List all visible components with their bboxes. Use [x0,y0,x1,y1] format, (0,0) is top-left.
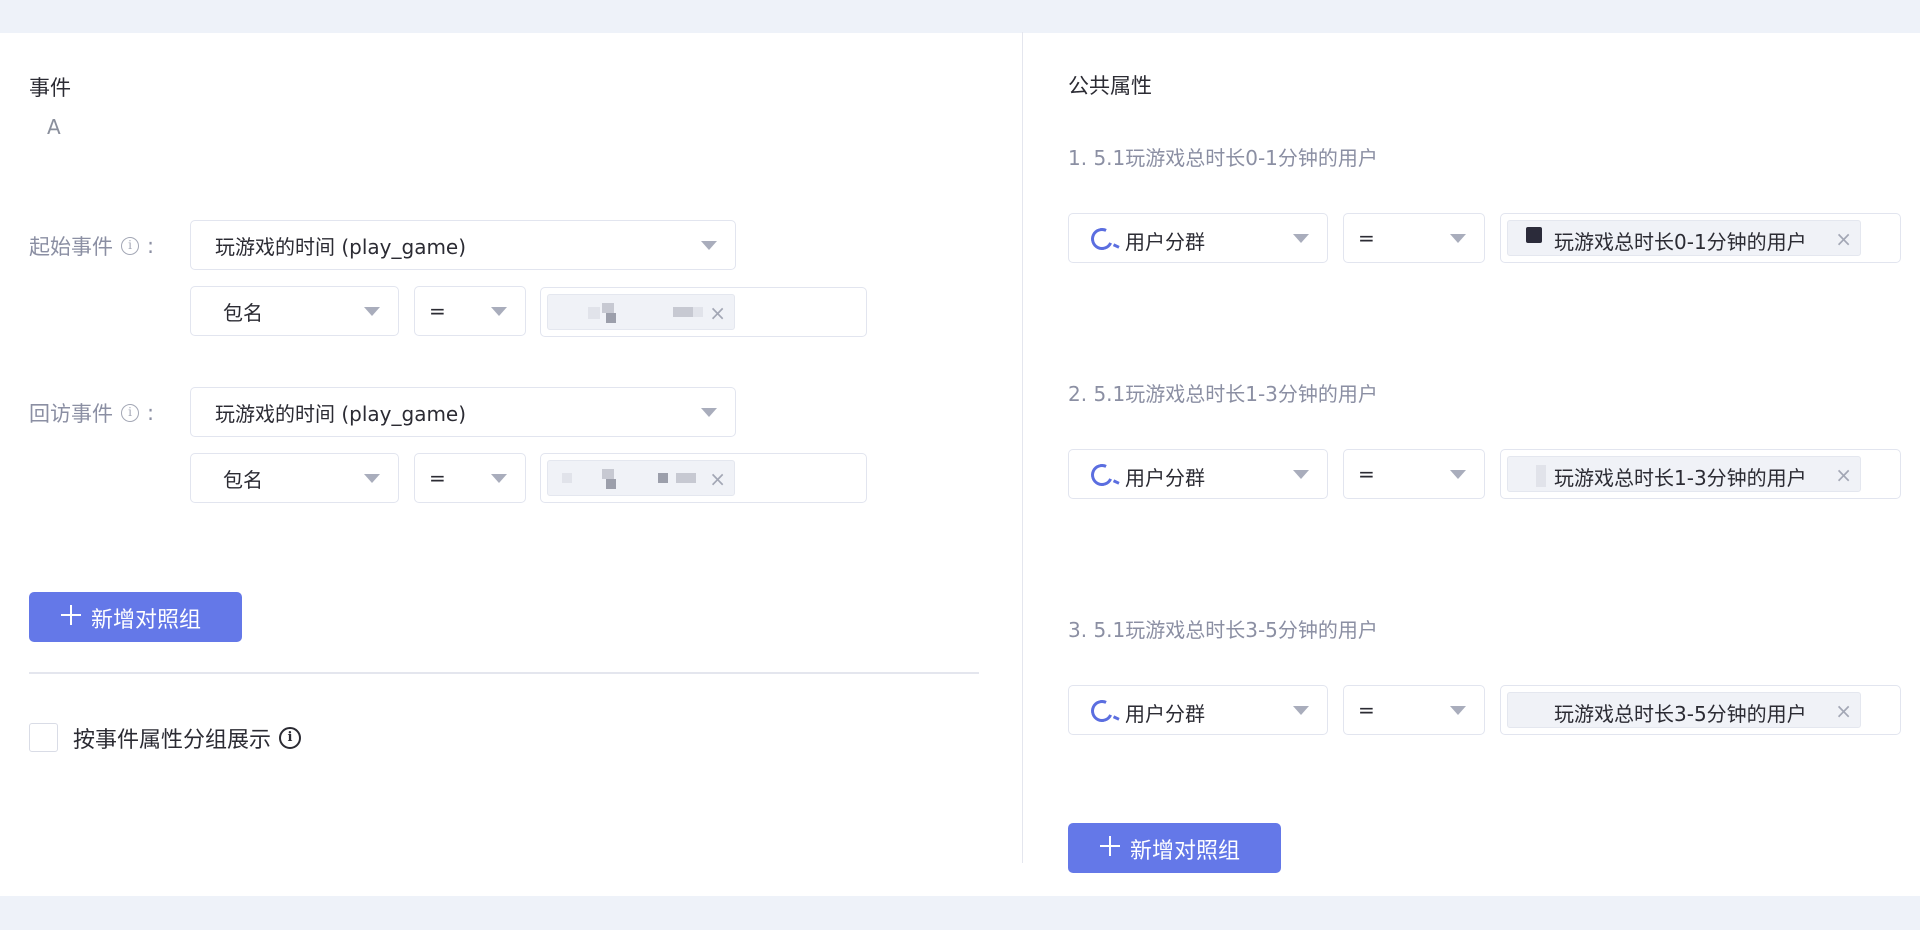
plus-icon [1100,836,1120,856]
segment-property-select[interactable]: 用户分群 [1068,213,1328,263]
return-event-label: 回访事件 [29,402,113,426]
segment-property-value: 用户分群 [1125,230,1205,254]
start-event-select[interactable]: 玩游戏的时间 (play_game) [190,220,736,270]
segment-operator-value: = [1358,698,1375,722]
add-control-group-button[interactable]: 新增对照组 [1068,823,1281,873]
redacted-pixel [676,473,696,483]
group-by-label: 按事件属性分组展示 [73,728,272,753]
start-value-tag: × [547,294,735,330]
info-icon[interactable]: i [121,237,139,255]
segment-value-tag: 玩游戏总时长1-3分钟的用户 × [1507,456,1861,492]
caret-down-icon [1293,470,1309,479]
attribute-group-title: 3. 5.1玩游戏总时长3-5分钟的用户 [1068,618,1378,642]
group-by-checkbox[interactable] [29,723,58,752]
info-icon[interactable]: i [279,727,302,749]
section-divider [29,672,979,674]
add-control-group-label: 新增对照组 [1130,839,1241,864]
attribute-group-title: 2. 5.1玩游戏总时长1-3分钟的用户 [1068,382,1378,406]
caret-down-icon [1450,706,1466,715]
segment-property-select[interactable]: 用户分群 [1068,449,1328,499]
segment-property-value: 用户分群 [1125,702,1205,726]
segment-value-text: 玩游戏总时长3-5分钟的用户 [1554,702,1807,726]
add-control-group-button[interactable]: 新增对照组 [29,592,242,642]
caret-down-icon [1450,234,1466,243]
close-icon[interactable]: × [1835,463,1852,487]
caret-down-icon [701,241,717,250]
redacted-pixel [1536,465,1546,487]
attributes-section-title: 公共属性 [1068,74,1152,98]
caret-down-icon [364,307,380,316]
info-icon[interactable]: i [121,404,139,422]
segment-value-input[interactable]: 玩游戏总时长3-5分钟的用户 × [1500,685,1901,735]
segment-value-input[interactable]: 玩游戏总时长1-3分钟的用户 × [1500,449,1901,499]
redacted-pixel [602,469,614,479]
start-event-label: 起始事件 [29,235,113,259]
close-icon[interactable]: × [1835,699,1852,723]
segment-property-value: 用户分群 [1125,466,1205,490]
return-operator-select[interactable]: = [414,453,526,503]
segment-value-tag: 玩游戏总时长0-1分钟的用户 × [1507,220,1861,256]
segment-value-text: 玩游戏总时长1-3分钟的用户 [1554,466,1807,490]
segment-operator-value: = [1358,462,1375,486]
segment-operator-select[interactable]: = [1343,449,1485,499]
return-event-value: 玩游戏的时间 (play_game) [215,401,467,426]
return-property-select[interactable]: 包名 [190,453,399,503]
redacted-pixel [606,479,616,489]
caret-down-icon [364,474,380,483]
caret-down-icon [1293,234,1309,243]
caret-down-icon [1293,706,1309,715]
add-control-group-label: 新增对照组 [91,608,202,633]
return-property-value: 包名 [223,467,263,492]
label-colon: : [147,401,155,425]
start-event-value: 玩游戏的时间 (play_game) [215,234,467,259]
segment-value-input[interactable]: 玩游戏总时长0-1分钟的用户 × [1500,213,1901,263]
close-icon[interactable]: × [709,301,726,325]
return-value-tag: × [547,460,735,496]
start-operator-select[interactable]: = [414,286,526,336]
attribute-group-title: 1. 5.1玩游戏总时长0-1分钟的用户 [1068,146,1378,170]
user-segment-icon [1087,224,1117,254]
return-event-label-row: 回访事件 i : [29,398,154,428]
redacted-pixel [1526,227,1542,243]
column-divider [1022,32,1023,863]
return-operator-value: = [429,466,446,490]
close-icon[interactable]: × [709,467,726,491]
group-by-label-row: 按事件属性分组展示 i [73,722,302,754]
redacted-pixel [562,473,572,483]
caret-down-icon [491,307,507,316]
start-property-value: 包名 [223,300,263,325]
caret-down-icon [491,474,507,483]
segment-operator-select[interactable]: = [1343,213,1485,263]
caret-down-icon [701,408,717,417]
plus-icon [61,605,81,625]
start-property-select[interactable]: 包名 [190,286,399,336]
segment-operator-value: = [1358,226,1375,250]
segment-operator-select[interactable]: = [1343,685,1485,735]
close-icon[interactable]: × [1835,227,1852,251]
segment-value-text: 玩游戏总时长0-1分钟的用户 [1554,230,1807,254]
start-operator-value: = [429,299,446,323]
user-segment-icon [1087,696,1117,726]
redacted-pixel [658,473,668,483]
group-letter: A [47,115,61,139]
start-event-label-row: 起始事件 i : [29,231,154,261]
return-value-input[interactable]: × [540,453,867,503]
user-segment-icon [1087,460,1117,490]
caret-down-icon [1450,470,1466,479]
segment-value-tag: 玩游戏总时长3-5分钟的用户 × [1507,692,1861,728]
redacted-pixel [602,303,614,313]
events-section-title: 事件 [29,76,71,100]
redacted-pixel [693,307,703,317]
start-value-input[interactable]: × [540,287,867,337]
return-event-select[interactable]: 玩游戏的时间 (play_game) [190,387,736,437]
label-colon: : [147,234,155,258]
redacted-pixel [673,307,693,317]
redacted-pixel [588,307,600,319]
redacted-pixel [606,313,616,323]
segment-property-select[interactable]: 用户分群 [1068,685,1328,735]
